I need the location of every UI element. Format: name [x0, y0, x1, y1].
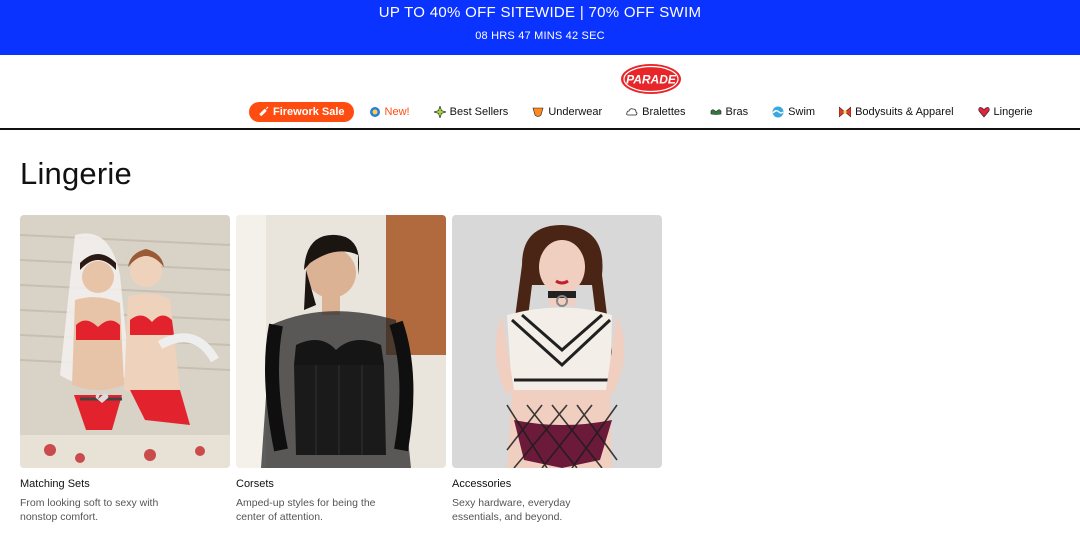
category-card-accessories[interactable]: Accessories Sexy hardware, everyday esse…: [452, 215, 662, 524]
nav-label: Bodysuits & Apparel: [855, 106, 954, 118]
promo-headline[interactable]: UP TO 40% OFF SITEWIDE | 70% OFF SWIM: [0, 4, 1080, 21]
sparkle-badge-icon: [369, 107, 380, 117]
category-title[interactable]: Corsets: [236, 478, 446, 490]
nav-bras[interactable]: Bras: [710, 106, 749, 118]
bow-icon: [839, 106, 852, 118]
nav-label: Best Sellers: [449, 106, 509, 118]
cloud-icon: [626, 108, 638, 116]
nav-underwear[interactable]: Underwear: [532, 106, 602, 118]
logo-text: PARADE: [626, 73, 677, 87]
site-header: PARADE Firework Sale New! Best Sellers U…: [0, 55, 1080, 130]
wave-icon: [772, 106, 784, 118]
nav-lingerie[interactable]: Lingerie: [977, 106, 1033, 118]
main-nav: Firework Sale New! Best Sellers Underwea…: [249, 101, 1057, 123]
bra-icon: [710, 109, 721, 115]
nav-swim[interactable]: Swim: [772, 106, 815, 118]
parade-logo[interactable]: PARADE: [620, 63, 682, 95]
corsets-photo[interactable]: [236, 215, 446, 468]
nav-bralettes[interactable]: Bralettes: [626, 106, 686, 118]
accessories-photo[interactable]: [452, 215, 662, 468]
nav-label: Bras: [725, 106, 749, 118]
category-grid: Matching Sets From looking soft to sexy …: [20, 215, 668, 524]
promo-banner[interactable]: UP TO 40% OFF SITEWIDE | 70% OFF SWIM 08…: [0, 0, 1080, 55]
peach-icon: [532, 107, 544, 117]
heart-lips-icon: [977, 107, 990, 118]
category-description: Sexy hardware, everyday essentials, and …: [452, 497, 571, 523]
nav-label: Firework Sale: [273, 106, 345, 118]
nav-firework-sale[interactable]: Firework Sale: [249, 102, 354, 122]
nav-label: Bralettes: [642, 106, 686, 118]
category-card-matching-sets[interactable]: Matching Sets From looking soft to sexy …: [20, 215, 230, 524]
nav-label: New!: [384, 106, 410, 118]
nav-bodysuits-apparel[interactable]: Bodysuits & Apparel: [839, 106, 954, 118]
category-card-corsets[interactable]: Corsets Amped-up styles for being the ce…: [236, 215, 446, 524]
firecracker-icon: [259, 106, 269, 116]
category-title[interactable]: Accessories: [452, 478, 662, 490]
page-title: Lingerie: [20, 156, 132, 191]
promo-countdown: 08 HRS 47 MINS 42 SEC: [475, 30, 605, 42]
nav-best-sellers[interactable]: Best Sellers: [433, 106, 509, 118]
nav-label: Lingerie: [993, 106, 1033, 118]
category-description: From looking soft to sexy with nonstop c…: [20, 497, 159, 523]
category-title[interactable]: Matching Sets: [20, 478, 230, 490]
matching-sets-photo[interactable]: [20, 215, 230, 468]
category-description: Amped-up styles for being the center of …: [236, 497, 376, 523]
nav-label: Underwear: [548, 106, 603, 118]
star-burst-icon: [433, 106, 446, 118]
nav-label: Swim: [788, 106, 816, 118]
nav-new[interactable]: New!: [369, 106, 410, 118]
